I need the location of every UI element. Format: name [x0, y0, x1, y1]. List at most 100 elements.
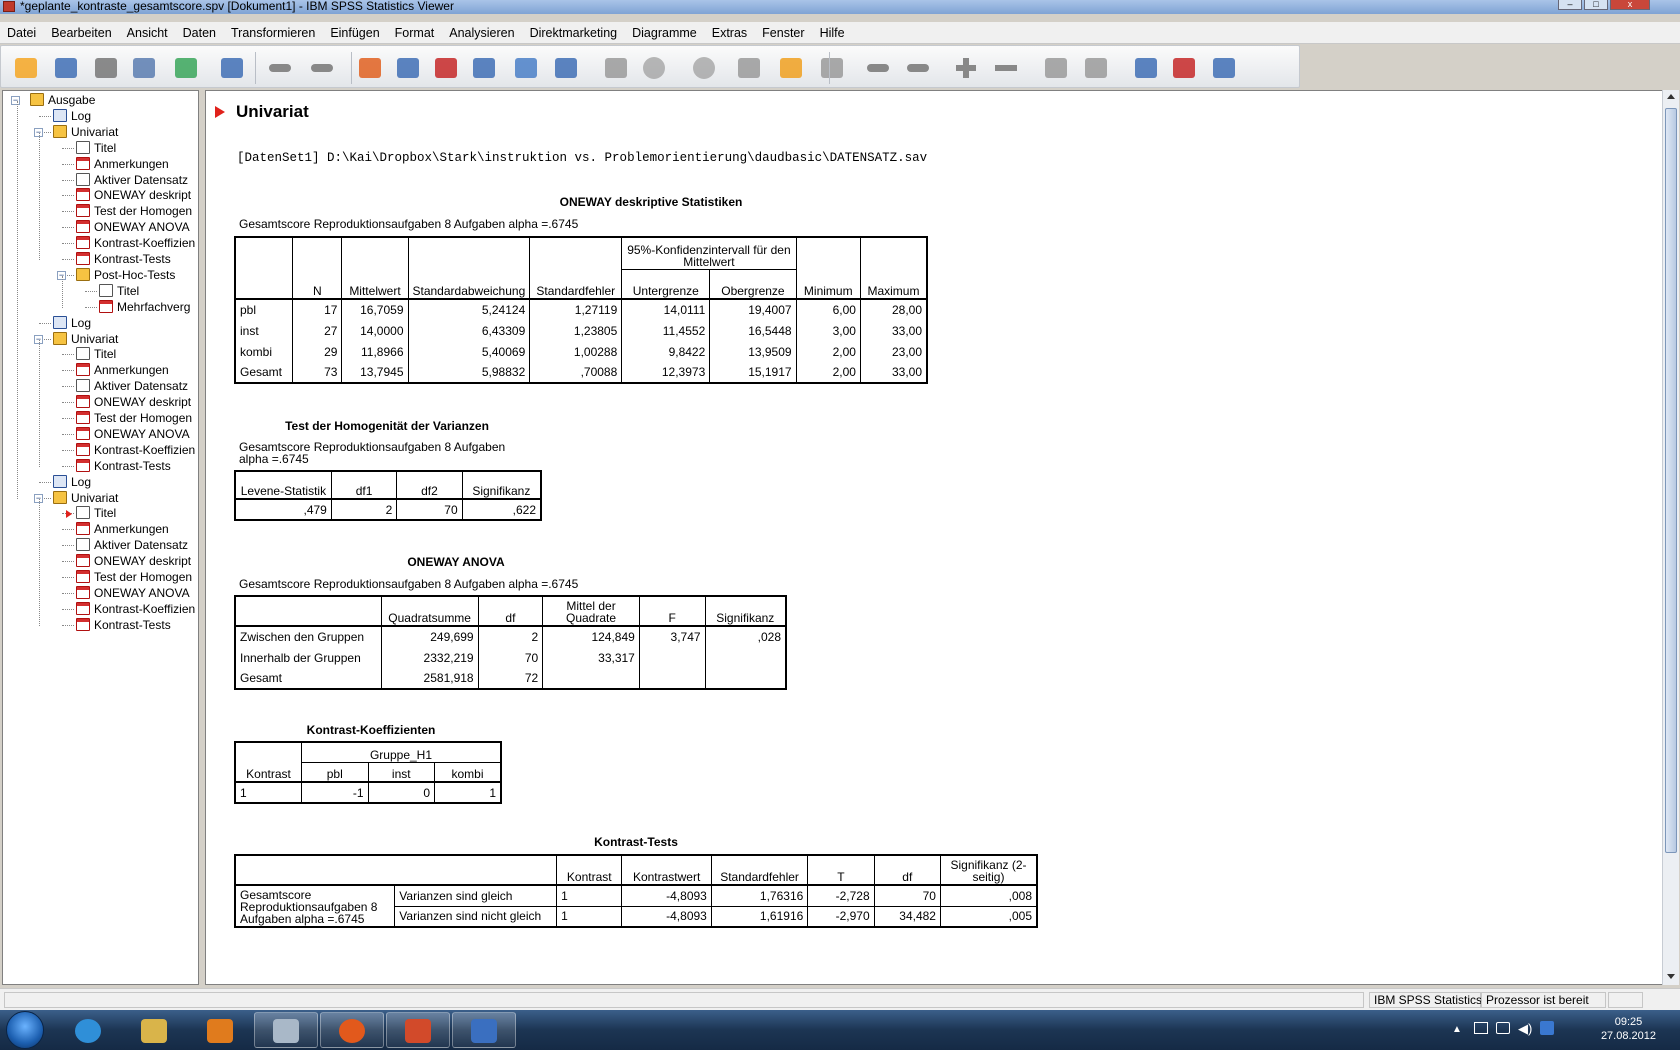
outline-node-univariat[interactable]: Univariat [53, 331, 118, 348]
tray-expand-icon[interactable]: ▲ [1452, 1024, 1462, 1035]
hide-button[interactable] [1081, 55, 1111, 81]
taskbar-firefox-button[interactable] [320, 1012, 384, 1048]
content-vertical-scrollbar[interactable] [1662, 90, 1679, 985]
insert-text-button[interactable] [1209, 55, 1239, 81]
volume-icon[interactable]: ◀) [1518, 1021, 1532, 1037]
anova-table[interactable]: Quadratsumme df Mittel der Quadrate F Signif… [234, 595, 787, 690]
save-button[interactable] [51, 55, 81, 81]
split-file-button[interactable] [511, 55, 541, 81]
recall-dialog-button[interactable] [217, 55, 247, 81]
show-all-button[interactable] [734, 55, 764, 81]
expand-button[interactable] [951, 55, 981, 81]
show-button[interactable] [1041, 55, 1071, 81]
variables-button[interactable] [469, 55, 499, 81]
outline-node-kontrast-koeffizien[interactable]: Kontrast-Koeffizien [76, 442, 195, 459]
open-button[interactable] [11, 55, 41, 81]
outline-node-oneway-anova[interactable]: ONEWAY ANOVA [76, 219, 190, 236]
menu-bearbeiten[interactable]: Bearbeiten [46, 22, 121, 44]
outline-node-univariat[interactable]: Univariat [53, 490, 118, 507]
print-preview-button[interactable] [129, 55, 159, 81]
taskbar-spss-button[interactable] [452, 1012, 516, 1048]
content-scroll-thumb[interactable] [1665, 108, 1677, 853]
taskbar-internet-explorer-button[interactable] [56, 1012, 120, 1048]
coefficients-table[interactable]: Kontrast Gruppe_H1 pbl inst kombi 1 -1 0 1 [234, 741, 502, 804]
descriptives-table[interactable]: N Mittelwert Standardabweichung Standard… [234, 236, 928, 384]
menu-direktmarketing[interactable]: Direktmarketing [525, 22, 628, 44]
clock[interactable]: 09:25 27.08.2012 [1601, 1015, 1656, 1043]
taskbar-calculator-button[interactable] [254, 1012, 318, 1048]
contrast-tests-table[interactable]: Kontrast Kontrastwert Standardfehler Tdf Sig… [234, 854, 1038, 928]
value-labels-button[interactable] [639, 55, 669, 81]
undo-button[interactable] [265, 55, 295, 81]
outline-node-kontrast-koeffizien[interactable]: Kontrast-Koeffizien [76, 235, 195, 252]
outline-node-kontrast-koeffizien[interactable]: Kontrast-Koeffizien [76, 601, 195, 618]
outline-node-titel[interactable]: Titel [99, 283, 139, 300]
select-cases-button[interactable] [601, 55, 631, 81]
print-button[interactable] [91, 55, 121, 81]
menu-hilfe[interactable]: Hilfe [815, 22, 855, 44]
outline-node-anmerkungen[interactable]: Anmerkungen [76, 362, 169, 379]
taskbar-media-player-button[interactable] [188, 1012, 252, 1048]
outline-node-oneway-deskript[interactable]: ONEWAY deskript [76, 394, 191, 411]
action-center-icon[interactable] [1474, 1022, 1488, 1034]
outline-node-kontrast-tests[interactable]: Kontrast-Tests [76, 617, 171, 634]
menu-transformieren[interactable]: Transformieren [226, 22, 325, 44]
outline-node-anmerkungen[interactable]: Anmerkungen [76, 156, 169, 173]
outline-node-oneway-anova[interactable]: ONEWAY ANOVA [76, 585, 190, 602]
outline-pane[interactable]: Ausgabe − Log Univariat − Titel Anmerkungen Akt… [2, 90, 199, 985]
weight-button[interactable] [551, 55, 581, 81]
insert-title-button[interactable] [1169, 55, 1199, 81]
insert-cases-button[interactable] [431, 55, 461, 81]
export-button[interactable] [171, 55, 201, 81]
output-content-pane[interactable]: Univariat [DatenSet1] D:\Kai\Dropbox\Sta… [205, 90, 1663, 985]
close-button[interactable]: x [1610, 0, 1650, 10]
menu-diagramme[interactable]: Diagramme [627, 22, 707, 44]
scroll-down-icon[interactable] [1667, 974, 1675, 979]
spell-button[interactable] [776, 55, 806, 81]
menu-extras[interactable]: Extras [707, 22, 757, 44]
collapse-button[interactable] [991, 55, 1021, 81]
outline-node-titel[interactable]: Titel [76, 346, 116, 363]
outline-node-aktiver-datensatz[interactable]: Aktiver Datensatz [76, 378, 188, 395]
start-button[interactable] [6, 1011, 44, 1049]
menu-ansicht[interactable]: Ansicht [122, 22, 178, 44]
insert-heading-button[interactable] [1131, 55, 1161, 81]
goto-variable-button[interactable] [393, 55, 423, 81]
taskbar-presentation-button[interactable] [386, 1012, 450, 1048]
network-icon[interactable] [1496, 1022, 1510, 1034]
dataset-path[interactable]: [DatenSet1] D:\Kai\Dropbox\Stark\instruk… [237, 151, 927, 165]
outline-node-log[interactable]: Log [53, 108, 91, 125]
outline-node-kontrast-tests[interactable]: Kontrast-Tests [76, 458, 171, 475]
outline-node-test-der-homogen[interactable]: Test der Homogen [76, 569, 192, 586]
menu-fenster[interactable]: Fenster [757, 22, 814, 44]
maximize-button[interactable]: □ [1584, 0, 1608, 10]
outline-node-oneway-deskript[interactable]: ONEWAY deskript [76, 187, 191, 204]
outline-node-titel[interactable]: Titel [76, 140, 116, 157]
scroll-up-icon[interactable] [1667, 94, 1675, 99]
outline-node-post-hoc-tests[interactable]: Post-Hoc-Tests [76, 267, 175, 284]
dropbox-icon[interactable] [1540, 1021, 1554, 1035]
designate-window-button[interactable] [817, 55, 847, 81]
outline-node-test-der-homogen[interactable]: Test der Homogen [76, 410, 192, 427]
outline-node-log[interactable]: Log [53, 315, 91, 332]
output-heading[interactable]: Univariat [236, 102, 309, 122]
goto-case-button[interactable] [355, 55, 385, 81]
redo-button[interactable] [307, 55, 337, 81]
use-sets-button[interactable] [689, 55, 719, 81]
menu-daten[interactable]: Daten [178, 22, 226, 44]
outline-node-log[interactable]: Log [53, 474, 91, 491]
menu-einfuegen[interactable]: Einfügen [325, 22, 389, 44]
outline-node-oneway-anova[interactable]: ONEWAY ANOVA [76, 426, 190, 443]
outline-node-aktiver-datensatz[interactable]: Aktiver Datensatz [76, 537, 188, 554]
menu-format[interactable]: Format [390, 22, 445, 44]
outline-node-test-der-homogen[interactable]: Test der Homogen [76, 203, 192, 220]
outline-node-anmerkungen[interactable]: Anmerkungen [76, 521, 169, 538]
outline-node-oneway-deskript[interactable]: ONEWAY deskript [76, 553, 191, 570]
outline-node-titel[interactable]: Titel [76, 505, 116, 522]
menu-analysieren[interactable]: Analysieren [444, 22, 524, 44]
minimize-button[interactable]: – [1558, 0, 1582, 10]
back-button[interactable] [863, 55, 893, 81]
collapse-node-icon[interactable]: − [11, 96, 20, 105]
outline-node-univariat[interactable]: Univariat [53, 124, 118, 141]
outline-node-mehrfachverg[interactable]: Mehrfachverg [99, 299, 190, 316]
